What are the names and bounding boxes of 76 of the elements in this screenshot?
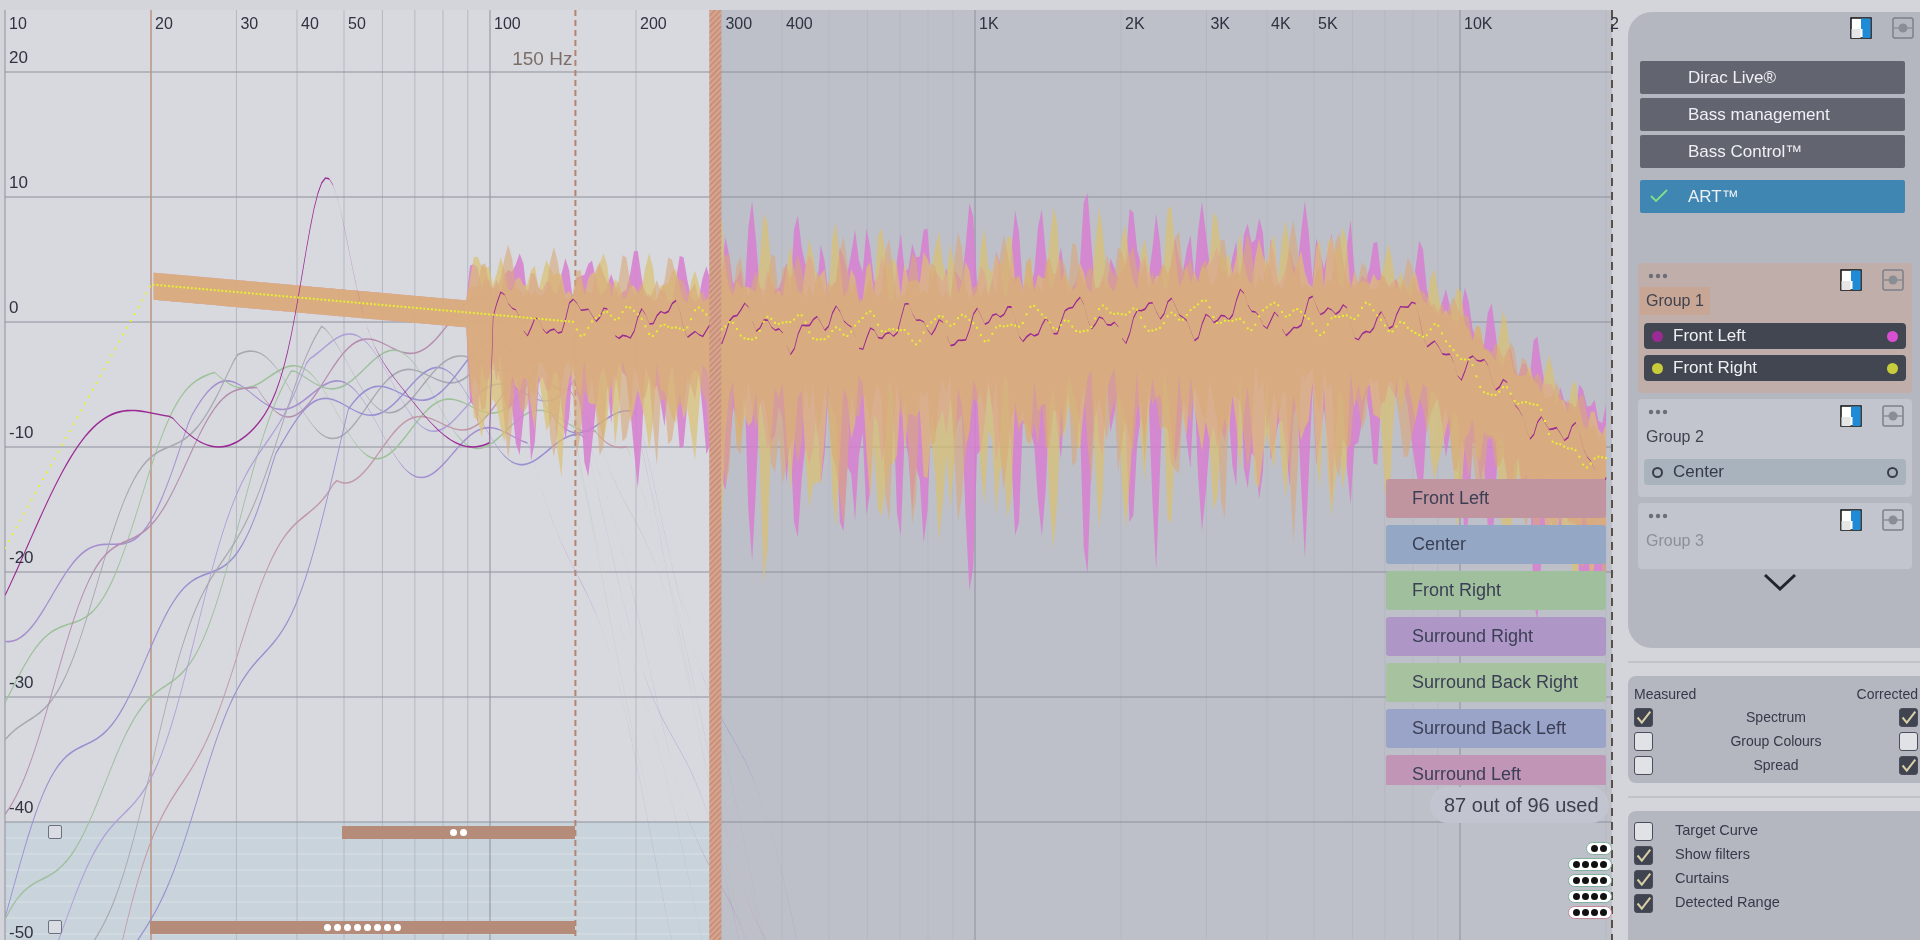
option-label: Detected Range: [1675, 893, 1780, 913]
menu-button[interactable]: ART™: [1640, 180, 1905, 213]
checkbox[interactable]: [48, 920, 62, 934]
more-icon[interactable]: [1648, 513, 1668, 519]
channel-legend-item[interactable]: Surround Right: [1386, 617, 1606, 656]
axis-label: 100: [494, 15, 521, 32]
check-icon: [1650, 189, 1668, 203]
axis-label: 10K: [1464, 15, 1493, 32]
more-icon[interactable]: [1648, 409, 1668, 415]
option-label: Spread: [1752, 755, 1800, 775]
axis-label: 400: [786, 15, 813, 32]
checkbox[interactable]: [1634, 869, 1653, 889]
axis-label: 40: [301, 15, 319, 32]
axis-label: 10: [9, 173, 28, 192]
channel-legend-item[interactable]: Surround Back Left: [1386, 709, 1606, 748]
option-label: Group Colours: [1729, 731, 1823, 751]
axis-label: 10: [9, 15, 27, 32]
channel-row[interactable]: Front Right: [1644, 355, 1906, 381]
channel-legend-item[interactable]: Center: [1386, 525, 1606, 564]
option-label: Show filters: [1675, 845, 1750, 865]
checkbox[interactable]: [48, 825, 62, 839]
axis-label: 20: [9, 48, 28, 67]
axis-label: 3K: [1210, 15, 1230, 32]
checkbox[interactable]: [1634, 731, 1653, 751]
axis-label: 200: [640, 15, 667, 32]
axis-label: 300: [725, 15, 753, 32]
checkbox[interactable]: [1899, 707, 1918, 727]
channel-row[interactable]: Center: [1644, 459, 1906, 485]
axis-label: 0: [9, 298, 19, 317]
usage-counter: 87 out of 96 used: [1430, 787, 1609, 823]
axis-label: 4K: [1271, 15, 1291, 32]
split-view-icon[interactable]: [1840, 509, 1862, 531]
channel-legend-item[interactable]: Front Right: [1386, 571, 1606, 610]
channel-dot-icon: [1652, 466, 1663, 478]
checkbox[interactable]: [1634, 755, 1653, 775]
group-card[interactable]: Group 2 Center: [1638, 399, 1912, 497]
filter-bar[interactable]: [150, 921, 576, 934]
axis-label: 2: [1610, 15, 1619, 32]
checkbox[interactable]: [1634, 707, 1653, 727]
axis-label: 30: [240, 15, 259, 32]
menu-button[interactable]: Dirac Live®: [1640, 61, 1905, 94]
checkbox[interactable]: [1634, 845, 1653, 865]
option-label: Spectrum: [1745, 707, 1807, 727]
channel-row[interactable]: Front Left: [1644, 323, 1906, 349]
option-label: Curtains: [1675, 869, 1729, 889]
filter-bar[interactable]: [342, 826, 576, 839]
column-header: Measured: [1634, 685, 1697, 704]
menu-button[interactable]: Bass management: [1640, 98, 1905, 131]
channel-dot-icon: [1887, 466, 1898, 478]
chevron-down-icon[interactable]: [1763, 573, 1797, 591]
crossover-label: 150 Hz: [512, 48, 573, 69]
channel-legend-item[interactable]: Surround Left: [1386, 755, 1606, 785]
axis-label: -10: [9, 423, 34, 442]
option-label: Target Curve: [1675, 821, 1758, 841]
group-card[interactable]: Group 1 Front Left Front Right: [1638, 263, 1912, 393]
checkbox[interactable]: [1634, 893, 1653, 913]
group-title: Group 2: [1645, 427, 1705, 447]
checkbox[interactable]: [1634, 821, 1653, 841]
checkbox[interactable]: [1899, 731, 1918, 751]
group-title: Group 1: [1640, 287, 1710, 315]
channel-legend-item[interactable]: Front Left: [1386, 479, 1606, 518]
axis-label: 50: [348, 15, 366, 32]
split-view-icon[interactable]: [1840, 405, 1862, 427]
axis-label: 1K: [979, 15, 999, 32]
split-view-icon[interactable]: [1850, 17, 1872, 39]
axis-label: 20: [155, 15, 173, 32]
checkbox[interactable]: [1899, 755, 1918, 775]
column-header: Corrected: [1856, 685, 1918, 704]
axis-label: 5K: [1318, 15, 1338, 32]
channel-legend-item[interactable]: Surround Back Right: [1386, 663, 1606, 702]
menu-button[interactable]: Bass Control™: [1640, 135, 1905, 168]
axis-label: 2K: [1125, 15, 1145, 32]
axis-label: -50: [9, 923, 34, 940]
axis-label: -40: [9, 798, 34, 817]
split-view-icon[interactable]: [1840, 269, 1862, 291]
axis-label: -30: [9, 673, 34, 692]
